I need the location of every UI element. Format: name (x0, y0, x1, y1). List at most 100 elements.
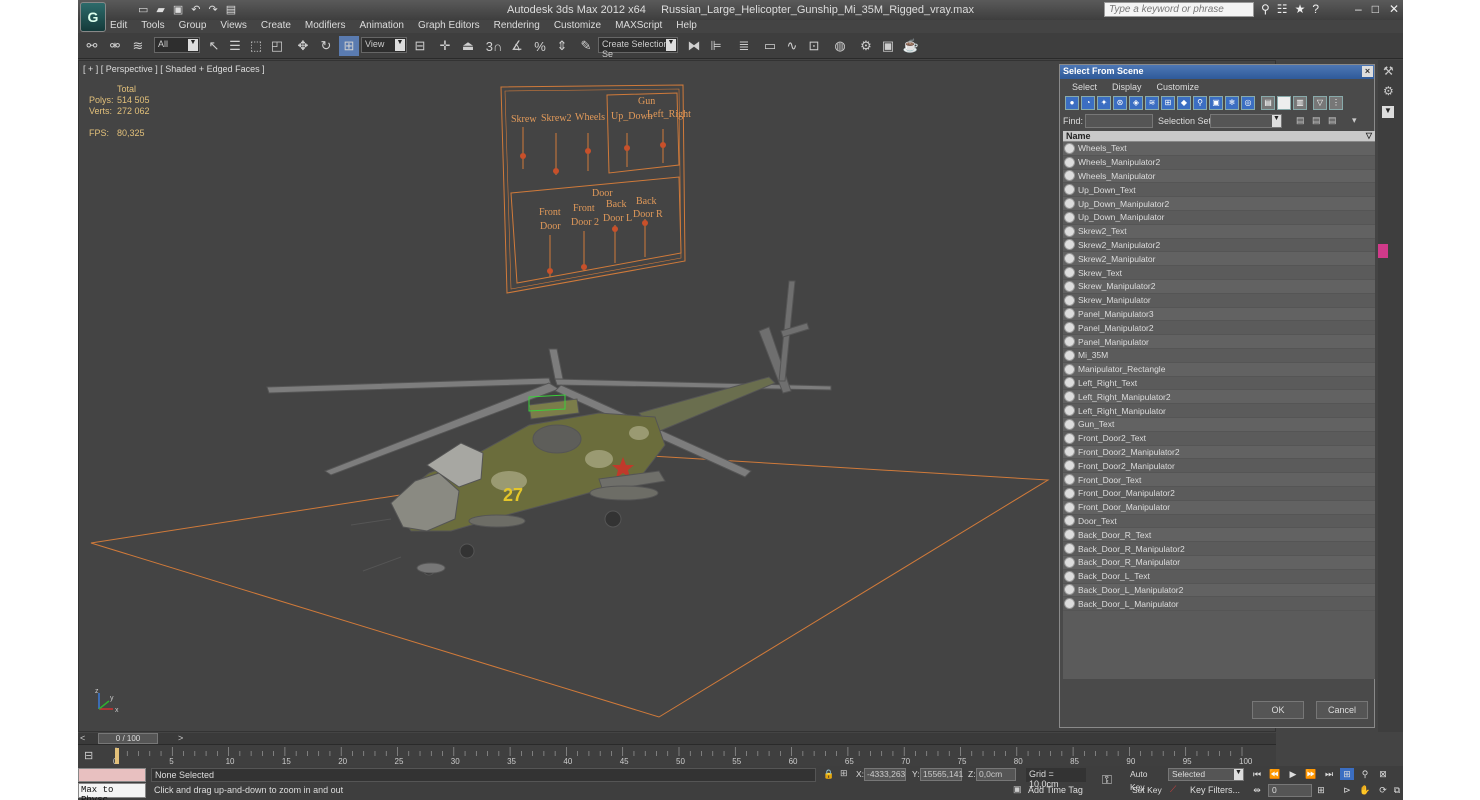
list-item[interactable]: Wheels_Manipulator2 (1063, 156, 1375, 170)
close-icon[interactable]: ✕ (1389, 2, 1399, 16)
named-selection-dropdown[interactable]: Create Selection Se ▼ (598, 37, 678, 59)
shapes-filter-icon[interactable]: ◔ (1081, 96, 1095, 110)
containers-filter-icon[interactable]: ▣ (1209, 96, 1223, 110)
time-slider-left-arrow[interactable]: < (80, 733, 85, 743)
maxscript-input[interactable]: Max to Physc (78, 783, 146, 800)
list-item[interactable]: Left_Right_Manipulator2 (1063, 390, 1375, 405)
key-mode-toggle-icon[interactable]: ⇹ (1250, 784, 1264, 796)
link-icon[interactable]: ⚯ (82, 36, 102, 56)
time-slider-right-arrow[interactable]: > (178, 733, 183, 743)
list-item[interactable]: Back_Door_L_Manipulator (1063, 597, 1375, 612)
mirror-icon[interactable]: ⧓ (684, 36, 704, 56)
absolute-mode-icon[interactable]: ⊞ (840, 768, 848, 779)
invert-display-icon[interactable]: ▥ (1293, 96, 1307, 110)
list-item[interactable]: Skrew_Manipulator (1063, 294, 1375, 308)
list-item[interactable]: Back_Door_L_Manipulator2 (1063, 583, 1375, 598)
selection-set-dropdown[interactable]: ▼ (1210, 114, 1282, 128)
keyboard-shortcut-icon[interactable]: ⏏ (458, 36, 478, 56)
select-none-icon[interactable]: ▤ (1312, 115, 1321, 126)
select-by-name-icon[interactable]: ☰ (225, 36, 245, 56)
app-logo-button[interactable]: G (80, 2, 106, 32)
dialog-menu-customize[interactable]: Customize (1157, 82, 1200, 92)
list-item[interactable]: Up_Down_Text (1063, 183, 1375, 198)
list-item[interactable]: Left_Right_Manipulator (1063, 404, 1375, 418)
display-icon[interactable]: ⚙ (1383, 84, 1394, 98)
list-item[interactable]: Wheels_Text (1063, 142, 1375, 156)
time-slider[interactable]: < 0 / 100 > (78, 733, 1276, 744)
set-key-button[interactable]: Set Key (1132, 784, 1164, 798)
reference-coordinate-dropdown[interactable]: View ▼ (361, 37, 407, 53)
bind-space-warp-icon[interactable]: ≋ (128, 36, 148, 56)
auto-key-button[interactable]: Auto Key (1130, 768, 1164, 792)
list-item[interactable]: Door_Text (1063, 515, 1375, 529)
list-item[interactable]: Front_Door_Manipulator2 (1063, 487, 1375, 501)
chevron-down-icon[interactable]: ▼ (1382, 106, 1394, 118)
list-item[interactable]: Back_Door_R_Manipulator2 (1063, 542, 1375, 556)
list-item[interactable]: Skrew2_Text (1063, 224, 1375, 239)
selection-filter-dropdown[interactable]: All ▼ (154, 37, 200, 53)
hammer-icon[interactable]: ⚒ (1383, 64, 1394, 78)
menu-group[interactable]: Group (179, 20, 207, 34)
space-warps-filter-icon[interactable]: ≋ (1145, 96, 1159, 110)
rectangular-selection-icon[interactable]: ⬚ (246, 36, 266, 56)
current-frame-marker[interactable] (115, 748, 119, 764)
list-item[interactable]: Back_Door_L_Text (1063, 570, 1375, 584)
snap-toggle-icon[interactable]: 3 ∩ (484, 36, 504, 56)
unlink-icon[interactable]: ⚮ (105, 36, 125, 56)
current-frame-field[interactable]: 0 (1268, 784, 1312, 797)
list-item[interactable]: Front_Door_Manipulator (1063, 500, 1375, 515)
select-object-icon[interactable]: ↖ (204, 36, 224, 56)
frozen-filter-icon[interactable]: ❄ (1225, 96, 1239, 110)
object-color-swatch[interactable] (1378, 244, 1388, 258)
select-manipulate-icon[interactable]: ✛ (435, 36, 455, 56)
rotate-icon[interactable]: ↻ (316, 36, 336, 56)
bones-filter-icon[interactable]: ⚲ (1193, 96, 1207, 110)
z-value[interactable]: 0,0cm (976, 768, 1016, 781)
list-item[interactable]: Left_Right_Text (1063, 377, 1375, 391)
render-setup-icon[interactable]: ⚙ (856, 36, 876, 56)
sort-icon[interactable]: ▽ (1366, 131, 1372, 140)
help-icon[interactable]: ? (1312, 2, 1319, 16)
maximize-viewport-icon[interactable]: ⧉ (1390, 784, 1403, 796)
binoculars-icon[interactable]: ⚲ (1261, 2, 1270, 16)
search-input[interactable]: Type a keyword or phrase (1104, 2, 1254, 17)
set-key-icon[interactable]: ⚿ (1102, 772, 1112, 788)
hidden-filter-icon[interactable]: ◎ (1241, 96, 1255, 110)
list-item[interactable]: Up_Down_Manipulator2 (1063, 197, 1375, 211)
play-icon[interactable]: ▶ (1286, 768, 1300, 780)
pan-icon[interactable]: ✋ (1358, 784, 1372, 796)
list-item[interactable]: Panel_Manipulator3 (1063, 307, 1375, 322)
maxscript-listener-mini[interactable] (78, 768, 146, 782)
display-none-icon[interactable] (1277, 96, 1291, 110)
menu-modifiers[interactable]: Modifiers (305, 20, 346, 34)
menu-help[interactable]: Help (676, 20, 697, 34)
window-crossing-icon[interactable]: ◰ (267, 36, 287, 56)
xrefs-filter-icon[interactable]: ◆ (1177, 96, 1191, 110)
menu-tools[interactable]: Tools (141, 20, 164, 34)
move-icon[interactable]: ✥ (293, 36, 313, 56)
dialog-menu-select[interactable]: Select (1072, 82, 1097, 92)
list-item[interactable]: Panel_Manipulator2 (1063, 321, 1375, 336)
display-all-icon[interactable]: ▤ (1261, 96, 1275, 110)
list-item[interactable]: Wheels_Manipulator (1063, 169, 1375, 184)
hierarchy-icon[interactable]: ⋮ (1329, 96, 1343, 110)
go-to-end-icon[interactable]: ⏭ (1322, 768, 1336, 780)
menu-graph-editors[interactable]: Graph Editors (418, 20, 480, 34)
curve-editor-icon[interactable]: ∿ (782, 36, 802, 56)
render-production-icon[interactable]: ☕ (901, 36, 921, 56)
lock-icon[interactable]: 🔒 (823, 769, 834, 780)
menu-customize[interactable]: Customize (554, 20, 601, 34)
favorites-icon[interactable]: ★ (1295, 2, 1306, 16)
edit-named-selection-icon[interactable]: ✎ (576, 36, 596, 56)
list-item[interactable]: Skrew_Text (1063, 266, 1375, 280)
previous-frame-icon[interactable]: ⏪ (1268, 768, 1282, 780)
cancel-button[interactable]: Cancel (1316, 701, 1368, 719)
find-input[interactable] (1085, 114, 1153, 128)
time-slider-thumb[interactable]: 0 / 100 (98, 733, 158, 744)
list-item[interactable]: Up_Down_Manipulator (1063, 211, 1375, 225)
pivot-center-icon[interactable]: ⊟ (410, 36, 430, 56)
list-item[interactable]: Skrew_Manipulator2 (1063, 279, 1375, 294)
spinner-snap-icon[interactable]: ⇕ (552, 36, 572, 56)
list-item[interactable]: Manipulator_Rectangle (1063, 362, 1375, 377)
list-item[interactable]: Gun_Text (1063, 417, 1375, 432)
